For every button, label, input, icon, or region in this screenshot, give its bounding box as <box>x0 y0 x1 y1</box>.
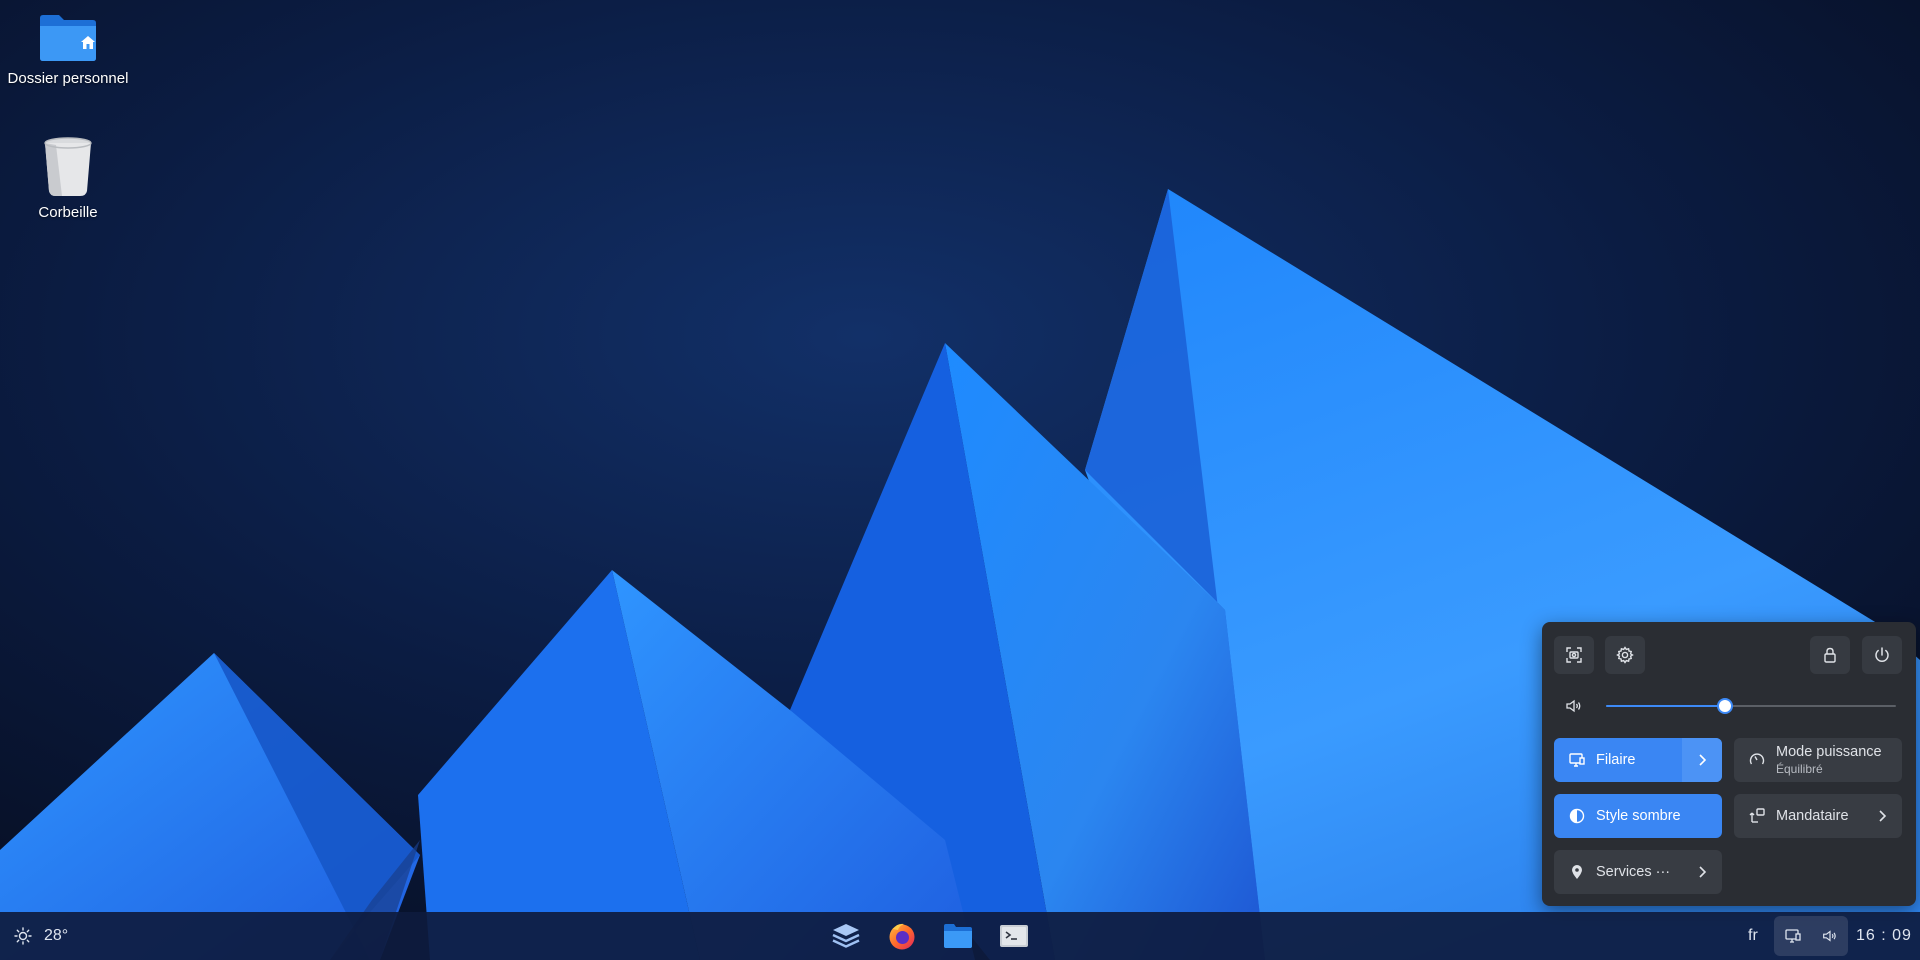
screenshot-button[interactable] <box>1554 636 1594 674</box>
dark-style-icon <box>1568 807 1586 825</box>
proxy-expand-button[interactable] <box>1862 794 1902 838</box>
terminal-icon <box>1000 925 1028 947</box>
chevron-right-icon <box>1879 810 1887 822</box>
dock-app-launcher[interactable] <box>826 916 866 956</box>
sun-icon <box>14 927 32 945</box>
desktop-icon-label: Corbeille <box>38 204 98 221</box>
home-folder-icon <box>40 15 96 61</box>
proxy-label: Mandataire <box>1776 808 1849 824</box>
services-expand-button[interactable] <box>1682 850 1722 894</box>
services-tile[interactable]: Services ··· <box>1554 850 1722 894</box>
desktop-icon-label: Dossier personnel <box>7 70 129 87</box>
trash-icon <box>44 137 92 196</box>
power-icon <box>1875 647 1889 662</box>
wired-network-icon <box>1568 751 1586 769</box>
power-mode-text: Mode puissance Équilibré <box>1776 744 1902 776</box>
quick-settings-panel: Filaire Mode puissance Équilibré Style s… <box>1542 622 1916 906</box>
dock <box>826 916 1034 956</box>
proxy-icon <box>1748 807 1766 825</box>
weather-widget[interactable]: 28° <box>14 912 68 960</box>
dark-style-tile[interactable]: Style sombre <box>1554 794 1722 838</box>
desktop-icon-home-folder[interactable]: Dossier personnel <box>0 12 136 87</box>
volume-icon <box>1566 699 1581 713</box>
settings-button[interactable] <box>1605 636 1645 674</box>
desktop-icon-trash[interactable]: Corbeille <box>0 136 136 221</box>
wired-network-tile[interactable]: Filaire <box>1554 738 1722 782</box>
app-launcher-icon <box>832 924 860 948</box>
system-tray[interactable] <box>1774 916 1848 956</box>
lock-button[interactable] <box>1810 636 1850 674</box>
weather-temperature: 28° <box>44 927 69 944</box>
settings-gear-icon <box>1616 646 1634 664</box>
dock-file-manager[interactable] <box>938 916 978 956</box>
location-icon <box>1568 863 1586 881</box>
power-mode-label: Mode puissance <box>1776 744 1882 760</box>
power-mode-tile[interactable]: Mode puissance Équilibré <box>1734 738 1902 782</box>
wired-network-label: Filaire <box>1596 752 1636 768</box>
power-button[interactable] <box>1862 636 1902 674</box>
wired-network-expand-button[interactable] <box>1682 738 1722 782</box>
dock-terminal[interactable] <box>994 916 1034 956</box>
taskbar: 28° fr 16: 09 <box>0 912 1920 960</box>
volume-slider-fill <box>1606 705 1725 707</box>
volume-slider[interactable] <box>1606 698 1896 714</box>
volume-slider-thumb[interactable] <box>1716 698 1733 714</box>
chevron-right-icon <box>1699 866 1707 878</box>
power-mode-sublabel: Équilibré <box>1776 762 1823 776</box>
firefox-icon <box>889 923 915 950</box>
file-manager-icon <box>944 924 972 948</box>
lock-icon <box>1824 647 1836 663</box>
screenshot-icon <box>1566 647 1582 663</box>
volume-tray-icon <box>1822 930 1836 942</box>
services-label: Services ··· <box>1596 864 1671 880</box>
dock-firefox[interactable] <box>882 916 922 956</box>
network-tray-icon <box>1784 929 1801 943</box>
dark-style-label: Style sombre <box>1596 808 1681 824</box>
clock[interactable]: 16 : 09 <box>1856 912 1912 960</box>
proxy-tile[interactable]: Mandataire <box>1734 794 1902 838</box>
power-mode-icon <box>1748 751 1766 769</box>
chevron-right-icon <box>1699 754 1707 766</box>
keyboard-language-indicator[interactable]: fr <box>1748 912 1758 960</box>
